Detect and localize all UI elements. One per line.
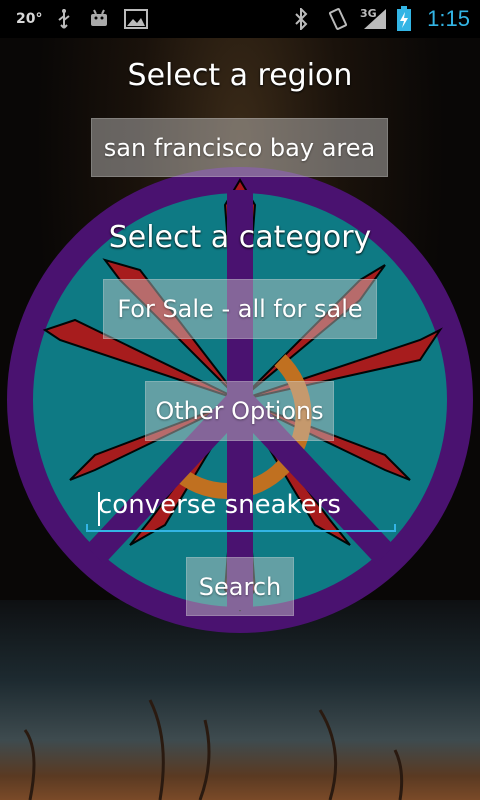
signal-icon bbox=[362, 0, 388, 38]
category-heading: Select a category bbox=[108, 220, 372, 255]
bluetooth-icon bbox=[294, 0, 308, 38]
text-cursor bbox=[98, 492, 100, 526]
temperature-indicator: 20° bbox=[16, 11, 43, 27]
vibrate-icon bbox=[326, 0, 350, 38]
search-input-value: converse sneakers bbox=[98, 490, 341, 520]
search-input[interactable]: converse sneakers bbox=[86, 486, 396, 532]
search-input-right-tick bbox=[394, 524, 396, 532]
region-select-button[interactable]: san francisco bay area bbox=[91, 118, 388, 177]
category-select-button[interactable]: For Sale - all for sale bbox=[103, 279, 377, 339]
other-options-button[interactable]: Other Options bbox=[145, 381, 334, 441]
search-input-left-tick bbox=[86, 524, 88, 532]
image-icon bbox=[124, 0, 148, 38]
search-input-underline bbox=[86, 530, 396, 532]
battery-charging-icon bbox=[396, 0, 412, 38]
clock: 1:15 bbox=[427, 6, 470, 31]
usb-icon bbox=[56, 0, 72, 38]
android-debug-icon bbox=[88, 0, 110, 38]
search-button[interactable]: Search bbox=[186, 557, 294, 616]
status-bar: 20° 3G 1:15 bbox=[0, 0, 480, 38]
region-heading: Select a region bbox=[127, 58, 353, 93]
